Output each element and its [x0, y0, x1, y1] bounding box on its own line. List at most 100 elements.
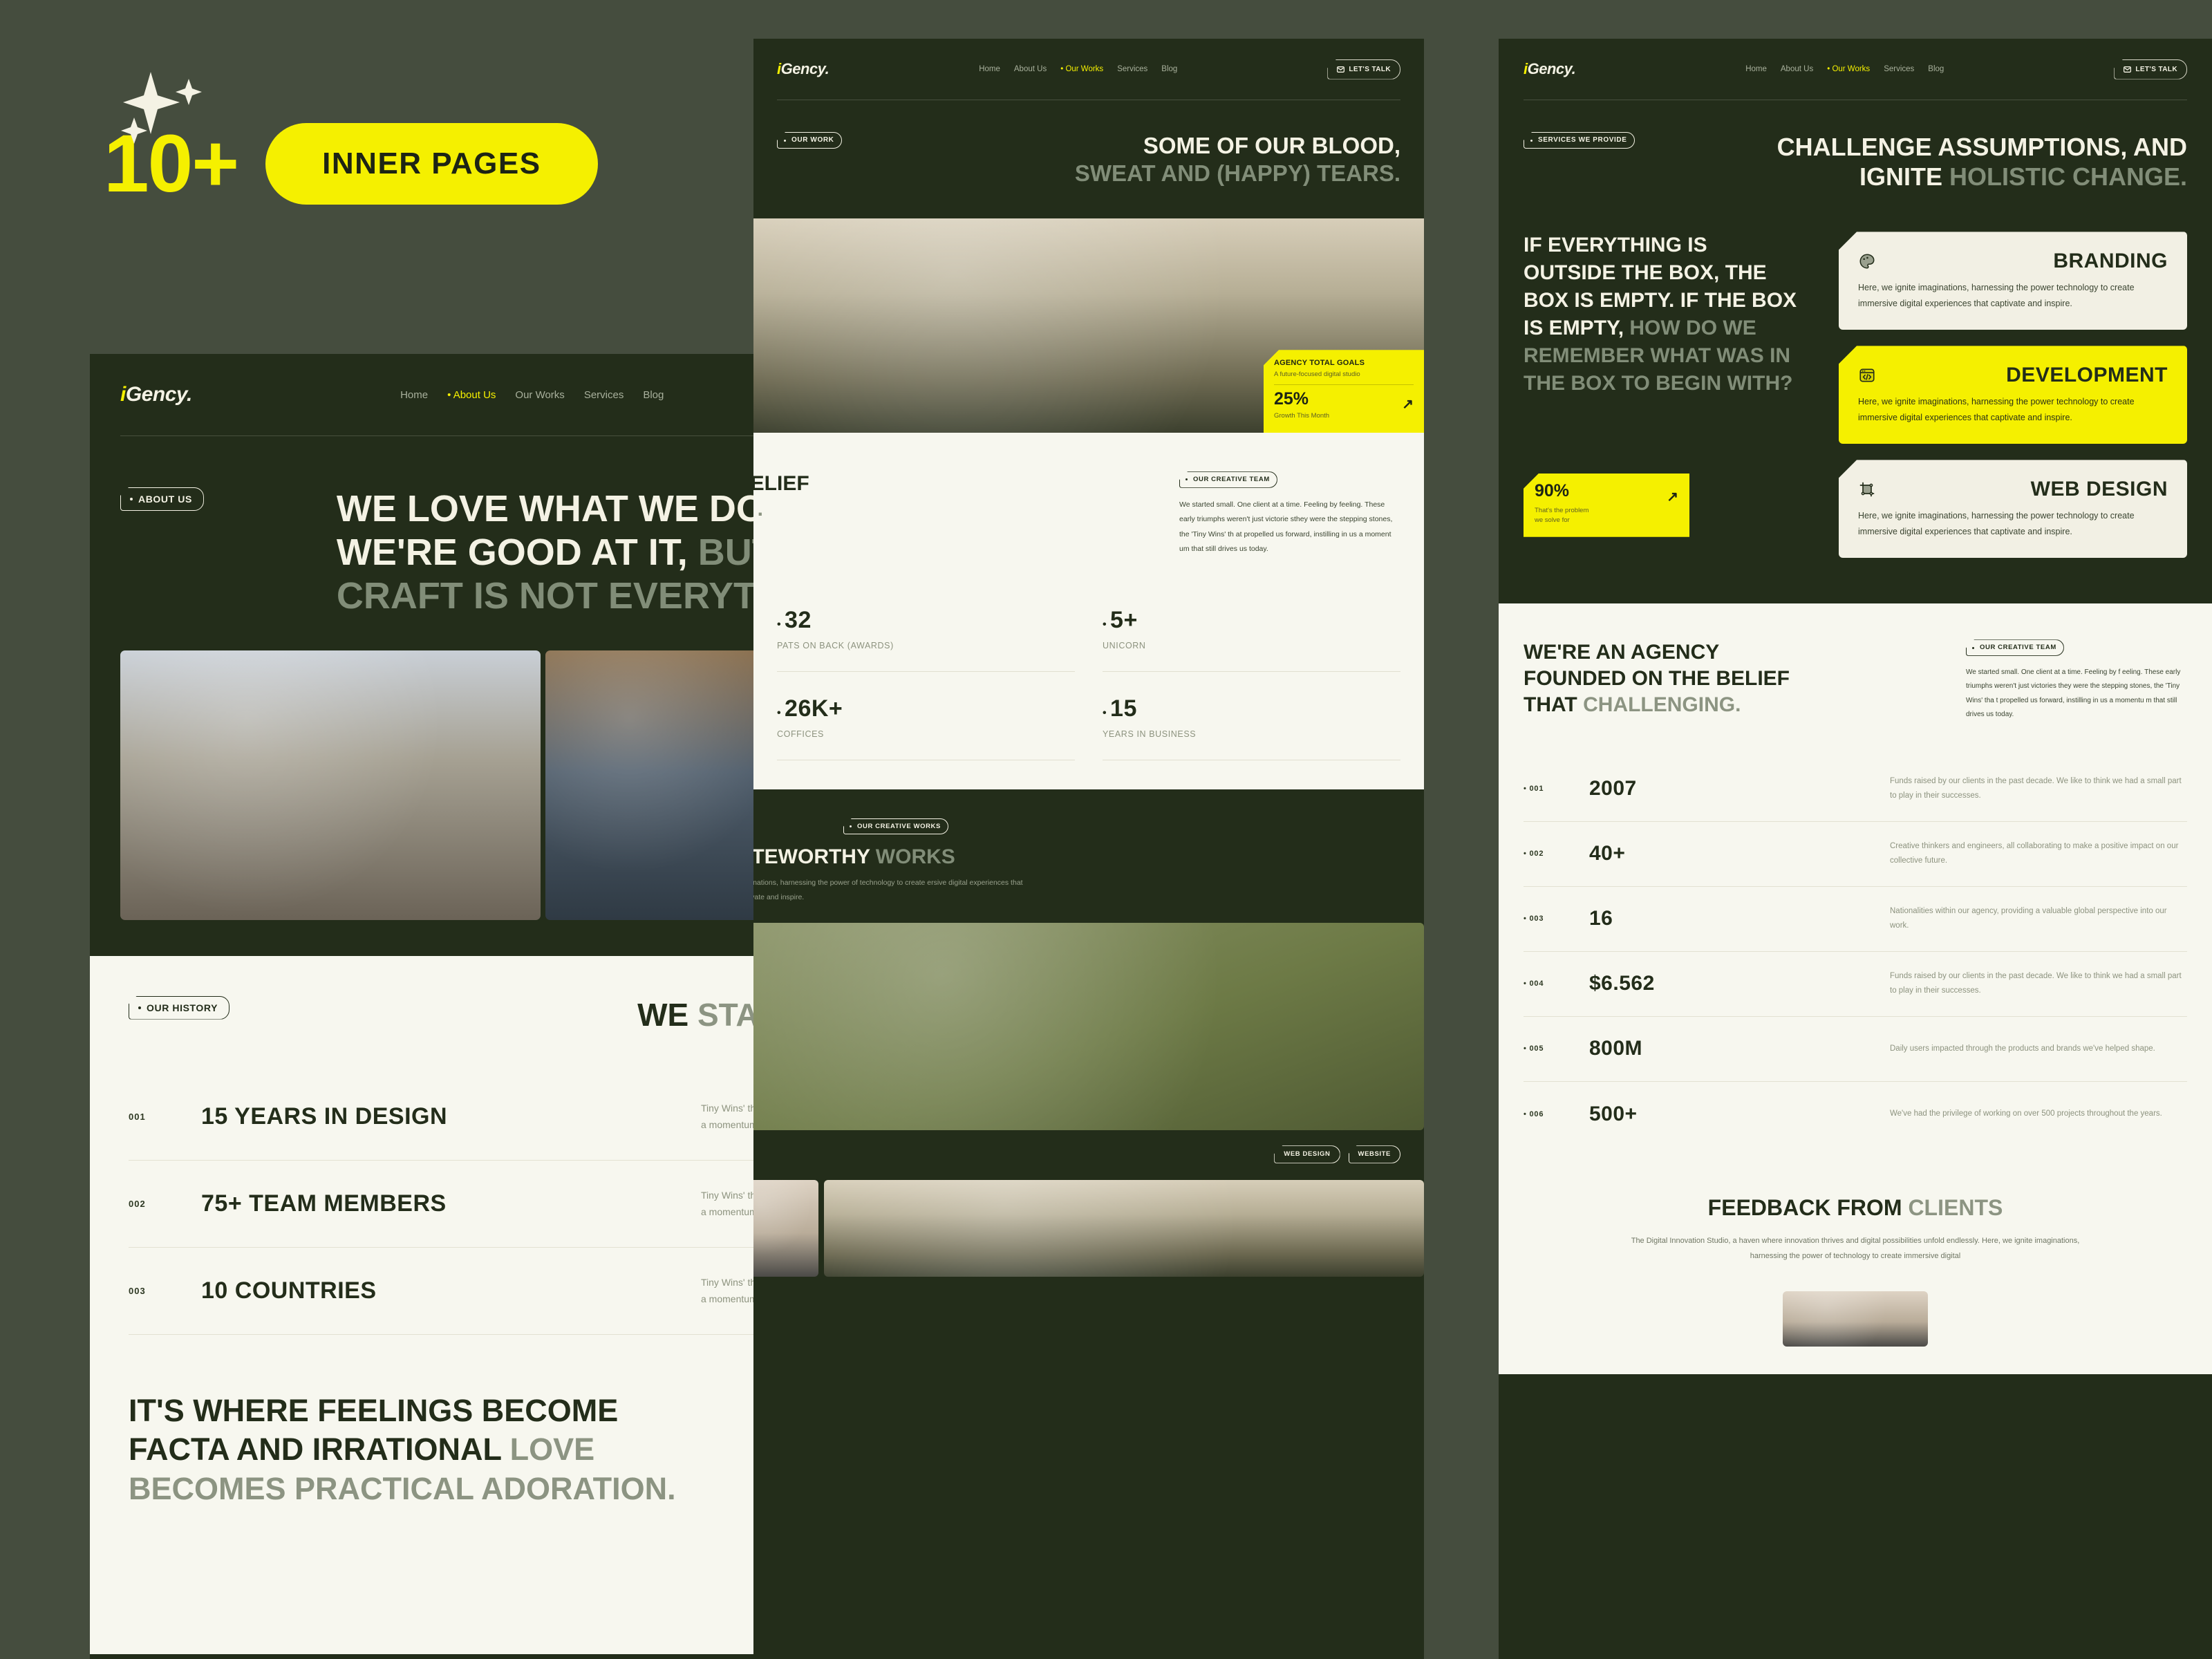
- logo[interactable]: iGency.: [1524, 60, 1576, 78]
- row-title: 10 COUNTRIES: [201, 1277, 377, 1304]
- project-thumb-2[interactable]: [824, 1179, 1424, 1277]
- works-hero-heading-light: SOME OF OUR BLOOD,: [1143, 133, 1400, 158]
- row-index: • 003: [1524, 915, 1544, 924]
- agency-section: WE'RE AN AGENCY FOUNDED ON THE BELIEF TH…: [1499, 603, 2212, 1374]
- our-work-badge-label: OUR WORK: [791, 136, 834, 144]
- noteworthy-works-section: OUR CREATIVE WORKS OTEWORTHY WORKS imagi…: [753, 789, 1424, 1277]
- works-hero-heading-muted: SWEAT AND (HAPPY) TEARS.: [1074, 160, 1400, 186]
- logo[interactable]: iGency.: [777, 60, 830, 78]
- project-photo[interactable]: [753, 923, 1424, 1131]
- works-title: OTEWORTHY WORKS: [753, 845, 1400, 869]
- tag-web-design[interactable]: WEB DESIGN: [1274, 1145, 1340, 1163]
- arrow-up-right-icon[interactable]: ↗: [1667, 488, 1678, 505]
- nav-item-home[interactable]: Home: [979, 65, 1000, 73]
- nav-item-services[interactable]: Services: [584, 389, 624, 401]
- problem-card[interactable]: 90% That's the problem we solve for ↗: [1524, 473, 1689, 537]
- main-nav[interactable]: Home About Us Our Works Services Blog: [1745, 65, 1944, 73]
- bullet-dot: [138, 1006, 141, 1009]
- lets-talk-label: LET'S TALK: [2135, 65, 2177, 73]
- row-value: 500+: [1589, 1102, 1638, 1125]
- service-title: WEB DESIGN: [2030, 478, 2168, 501]
- nav-item-home[interactable]: Home: [1745, 65, 1767, 73]
- main-nav[interactable]: Home About Us Our Works Services Blog: [979, 65, 1177, 73]
- service-card-branding[interactable]: BRANDING Here, we ignite imaginations, h…: [1839, 232, 2187, 330]
- services-hero-heading-muted: HOLISTIC CHANGE.: [1949, 162, 2187, 191]
- table-row[interactable]: • 002 40+ Creative thinkers and engineer…: [1524, 822, 2187, 887]
- goal-card-value: 25%: [1274, 389, 1309, 409]
- bullet-dot: [130, 498, 133, 500]
- row-description: Nationalities within our agency, providi…: [1890, 907, 2167, 930]
- service-title: DEVELOPMENT: [2006, 364, 2168, 387]
- lets-talk-button[interactable]: LET'S TALK: [1327, 59, 1400, 79]
- creative-works-badge-label: OUR CREATIVE WORKS: [857, 822, 941, 830]
- logo[interactable]: iGency.: [120, 383, 192, 406]
- tag-website[interactable]: WEBSITE: [1348, 1145, 1400, 1163]
- design-canvas: 10+ INNER PAGES iGency. Home About Us Ou…: [0, 0, 2212, 1659]
- table-row[interactable]: • 005 800M Daily users impacted through …: [1524, 1017, 2187, 1082]
- works-page-mockup[interactable]: iGency. Home About Us Our Works Services…: [753, 39, 1424, 1659]
- nav-item-blog[interactable]: Blog: [643, 389, 664, 401]
- stat-item: • 26K+ COFFICES: [777, 672, 1075, 760]
- tag-label: WEB DESIGN: [1284, 1150, 1331, 1159]
- creative-team-badge[interactable]: OUR CREATIVE TEAM: [1179, 471, 1277, 488]
- lets-talk-label: LET'S TALK: [1349, 65, 1391, 73]
- works-stats-grid: • 32 PATS ON BACK (AWARDS) • 5+ UNICORN …: [777, 607, 1400, 760]
- bullet-dot: [1530, 139, 1533, 142]
- service-body: Here, we ignite imaginations, harnessing…: [1858, 511, 2135, 537]
- our-history-badge[interactable]: OUR HISTORY: [129, 995, 230, 1020]
- table-row[interactable]: • 004 $6.562 Funds raised by our clients…: [1524, 952, 2187, 1017]
- code-window-icon: [1859, 368, 1875, 382]
- services-hero-heading: CHALLENGE ASSUMPTIONS, AND IGNITE HOLIST…: [1772, 132, 2187, 191]
- service-card-development[interactable]: DEVELOPMENT Here, we ignite imaginations…: [1839, 346, 2187, 444]
- nav-item-about-us[interactable]: About Us: [447, 389, 496, 401]
- nav-item-about-us[interactable]: About Us: [1014, 65, 1047, 73]
- nav-item-services[interactable]: Services: [1884, 65, 1914, 73]
- creative-works-badge[interactable]: OUR CREATIVE WORKS: [843, 818, 948, 835]
- main-nav[interactable]: Home About Us Our Works Services Blog: [400, 389, 664, 401]
- testimonial-photo: [1783, 1291, 1928, 1347]
- project-thumb-1[interactable]: [753, 1179, 818, 1277]
- stat-label: YEARS IN BUSINESS: [1103, 729, 1197, 739]
- table-row[interactable]: • 001 2007 Funds raised by our clients i…: [1524, 757, 2187, 822]
- team-paragraph: We started small. One client at a time. …: [1966, 668, 2181, 719]
- nav-item-services[interactable]: Services: [1117, 65, 1147, 73]
- stat-item: • 5+ UNICORN: [1103, 607, 1400, 672]
- stat-label: UNICORN: [1103, 640, 1146, 650]
- services-page-mockup[interactable]: iGency. Home About Us Our Works Services…: [1499, 39, 2212, 1659]
- row-description: Daily users impacted through the product…: [1890, 1044, 2155, 1053]
- agency-heading-muted: CHALLENGING.: [1583, 693, 1741, 716]
- promo-badge: 10+ INNER PAGES: [104, 72, 598, 205]
- feedback-paragraph: The Digital Innovation Studio, a haven w…: [1631, 1236, 2080, 1260]
- lets-talk-button[interactable]: LET'S TALK: [2114, 59, 2187, 79]
- our-history-badge-label: OUR HISTORY: [147, 1002, 218, 1013]
- problem-card-caption-1: That's the problem: [1535, 506, 1589, 514]
- works-hero-photo-block: AGENCY TOTAL GOALS A future-focused digi…: [753, 218, 1424, 433]
- table-row[interactable]: • 006 500+ We've had the privilege of wo…: [1524, 1082, 2187, 1147]
- creative-team-badge[interactable]: OUR CREATIVE TEAM: [1966, 639, 2064, 656]
- nav-item-our-works[interactable]: Our Works: [515, 389, 564, 401]
- services-body: IF EVERYTHING IS OUTSIDE THE BOX, THE BO…: [1499, 191, 2212, 559]
- nav-item-our-works[interactable]: Our Works: [1060, 65, 1103, 73]
- nav-item-about-us[interactable]: About Us: [1781, 65, 1813, 73]
- agency-stats-table: • 001 2007 Funds raised by our clients i…: [1524, 757, 2187, 1147]
- history-title-dark: WE: [637, 996, 689, 1033]
- agency-goals-card[interactable]: AGENCY TOTAL GOALS A future-focused digi…: [1264, 350, 1424, 433]
- our-work-badge[interactable]: OUR WORK: [777, 132, 843, 149]
- row-description: Funds raised by our clients in the past …: [1890, 972, 2182, 995]
- nav-item-blog[interactable]: Blog: [1928, 65, 1944, 73]
- nav-item-home[interactable]: Home: [400, 389, 428, 401]
- services-badge[interactable]: SERVICES WE PROVIDE: [1524, 132, 1635, 149]
- belief-section: BELIEF G . OUR CREATIVE TEAM We started …: [753, 433, 1424, 789]
- nav-item-our-works[interactable]: Our Works: [1827, 65, 1870, 73]
- nav-item-blog[interactable]: Blog: [1161, 65, 1177, 73]
- works-title-muted: WORKS: [875, 845, 955, 869]
- service-card-web-design[interactable]: WEB DESIGN Here, we ignite imaginations,…: [1839, 460, 2187, 559]
- works-paragraph: imaginations, harnessing the power of te…: [753, 879, 1023, 902]
- arrow-up-right-icon[interactable]: ↗: [1402, 395, 1414, 413]
- team-paragraph: We started small. One client at a time. …: [1179, 500, 1393, 554]
- about-us-badge[interactable]: ABOUT US: [120, 487, 204, 511]
- row-index: 003: [129, 1285, 146, 1296]
- table-row[interactable]: • 003 16 Nationalities within our agency…: [1524, 887, 2187, 952]
- feedback-heading-dark: FEEDBACK FROM: [1707, 1194, 1902, 1220]
- project-photo-row: [753, 1179, 1424, 1277]
